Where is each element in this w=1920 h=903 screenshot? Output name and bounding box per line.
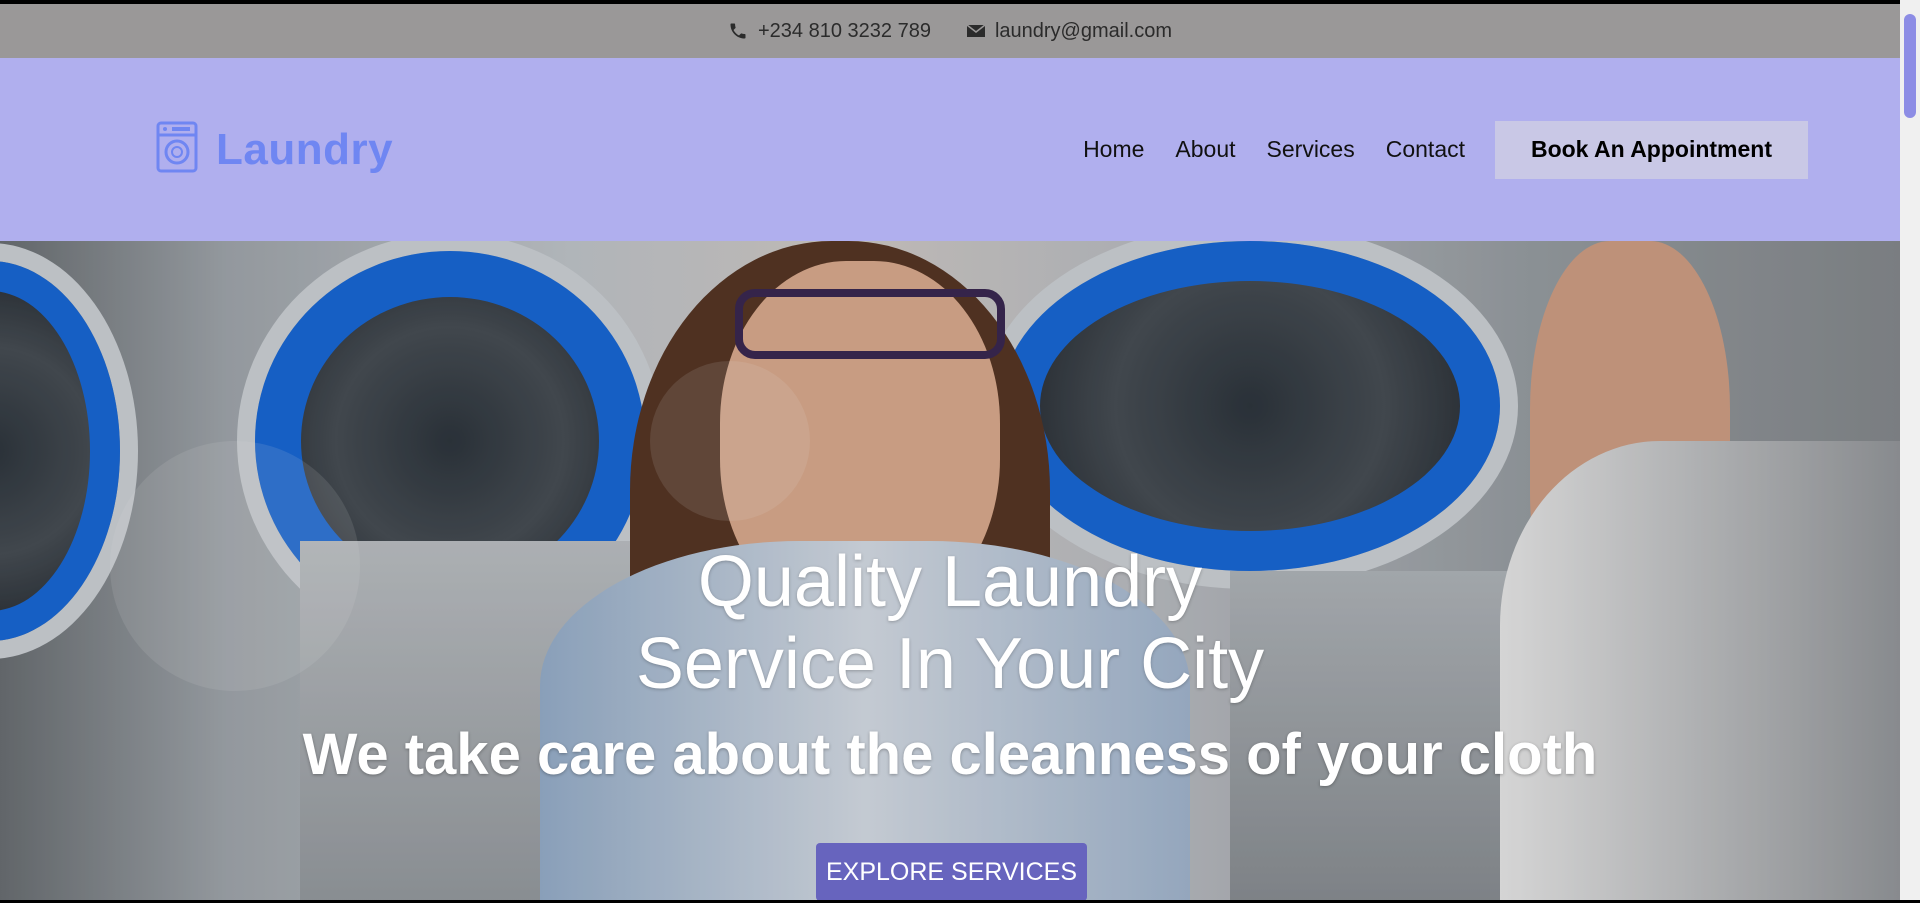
nav-home[interactable]: Home <box>1083 136 1144 163</box>
phone-number: +234 810 3232 789 <box>758 19 931 42</box>
hero-title-line-1: Quality Laundry <box>697 542 1203 622</box>
page-scrollbar[interactable] <box>1900 0 1920 903</box>
nav-services[interactable]: Services <box>1267 136 1355 163</box>
top-contact-bar: +234 810 3232 789 laundry@gmail.com <box>0 0 1900 58</box>
main-nav: Home About Services Contact Book An Appo… <box>1083 120 1808 179</box>
hero-title-line-2: Service In Your City <box>635 624 1265 704</box>
scrollbar-thumb[interactable] <box>1904 14 1916 118</box>
explore-services-button[interactable]: EXPLORE SERVICES <box>816 843 1087 901</box>
hero-title: Quality Laundry Service In Your City <box>0 541 1900 705</box>
envelope-icon <box>966 24 985 38</box>
washing-machine-icon <box>156 121 198 178</box>
logo[interactable]: Laundry <box>156 121 393 178</box>
site-header: Laundry Home About Services Contact Book… <box>0 58 1900 241</box>
logo-text: Laundry <box>216 124 394 174</box>
hero-subtitle: We take care about the cleanness of your… <box>302 722 1598 787</box>
nav-about[interactable]: About <box>1175 136 1235 163</box>
page: +234 810 3232 789 laundry@gmail.com Laun <box>0 0 1900 903</box>
nav-contact[interactable]: Contact <box>1386 136 1465 163</box>
email-address: laundry@gmail.com <box>994 19 1172 42</box>
phone-contact[interactable]: +234 810 3232 789 <box>728 20 931 43</box>
email-contact[interactable]: laundry@gmail.com <box>966 19 1172 43</box>
hero-section: Quality Laundry Service In Your City We … <box>0 241 1900 903</box>
book-appointment-button[interactable]: Book An Appointment <box>1495 120 1808 179</box>
phone-icon <box>728 21 748 41</box>
